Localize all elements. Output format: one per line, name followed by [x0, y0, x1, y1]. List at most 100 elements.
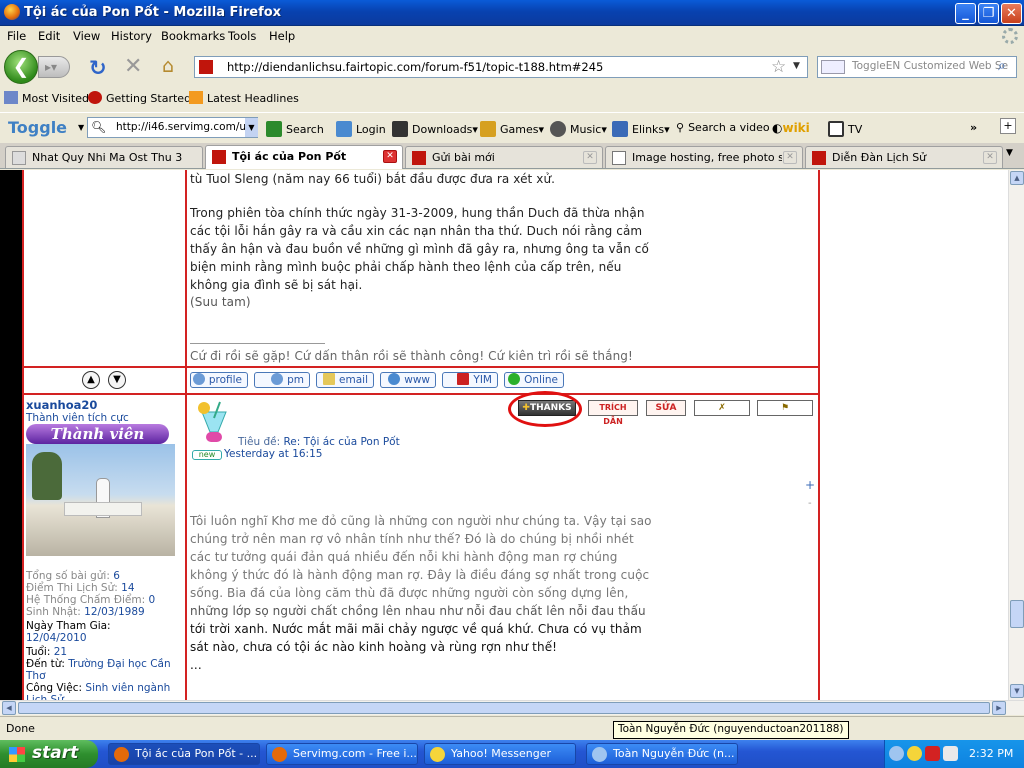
status-text: Done — [6, 722, 35, 735]
scroll-left-icon[interactable]: ◀ — [2, 701, 16, 715]
menu-file[interactable]: File — [7, 29, 26, 43]
post-body: Tôi luôn nghĩ Khơ me đỏ cũng là những co… — [190, 512, 666, 674]
yim-button[interactable]: YIM — [442, 372, 498, 388]
url-bar[interactable]: http://diendanlichsu.fairtopic.com/forum… — [194, 56, 808, 78]
email-button[interactable]: email — [316, 372, 374, 388]
toggle-url-dropdown-icon[interactable]: ▼ — [245, 118, 258, 137]
reload-button[interactable]: ↻ — [89, 56, 107, 80]
arrow-right-icon — [266, 121, 282, 137]
vertical-scrollbar[interactable]: ▲ ▼ — [1008, 170, 1024, 700]
minimize-button[interactable]: _ — [955, 3, 976, 24]
maximize-button[interactable]: ❐ — [978, 3, 999, 24]
yahoo-smiley-icon[interactable] — [907, 746, 922, 761]
avatar-tree — [32, 452, 62, 500]
left-border — [0, 170, 22, 700]
horizontal-scrollbar[interactable]: ◀ ▶ — [0, 700, 1024, 715]
tray-app-icon[interactable] — [943, 746, 958, 761]
arrow-down-icon[interactable]: ▼ — [108, 371, 126, 389]
toggle-tv-button[interactable]: TV — [828, 121, 862, 137]
bookmark-star-icon[interactable]: ☆ — [771, 57, 786, 77]
close-tab-icon[interactable]: ✕ — [783, 151, 797, 164]
stop-button[interactable]: ✕ — [124, 54, 142, 79]
tray-arrow-icon[interactable] — [889, 746, 904, 761]
smiley-icon — [430, 747, 445, 762]
toggle-music-button[interactable]: Music▾ — [550, 121, 607, 137]
firefox-window: Tội ác của Pon Pốt - Mozilla Firefox _ ❐… — [0, 0, 1024, 768]
expand-icon[interactable]: + — [805, 478, 815, 492]
pm-button[interactable]: pm — [254, 372, 310, 388]
menu-tools[interactable]: Tools — [228, 29, 256, 43]
ip-icon[interactable]: ⚑ — [757, 400, 813, 416]
tab-label: Gửi bài mới — [432, 151, 495, 164]
menu-edit[interactable]: Edit — [38, 29, 60, 43]
scroll-thumb[interactable] — [1010, 600, 1024, 628]
post-line: Trong phiên tòa chính thức ngày 31-3-200… — [190, 206, 645, 220]
quote-button[interactable]: TRÍCH DẪN — [588, 400, 638, 426]
toggle-login-button[interactable]: Login — [336, 121, 386, 137]
search-icon[interactable]: ⌕ — [998, 58, 1006, 74]
close-tab-icon[interactable]: ✕ — [583, 151, 597, 164]
antivirus-icon[interactable] — [925, 746, 940, 761]
taskbar-item-servimg[interactable]: Servimg.com - Free i... — [266, 743, 418, 765]
tab-list-icon[interactable]: ▼ — [1006, 148, 1013, 158]
rank-badge: Thành viên — [26, 424, 169, 444]
search-bar[interactable]: ToggleEN Customized Web Se ⌕ — [817, 56, 1017, 78]
delete-icon[interactable]: ✗ — [694, 400, 750, 416]
taskbar-item-yahoo[interactable]: Yahoo! Messenger — [424, 743, 576, 765]
back-button[interactable]: ❮ — [4, 50, 38, 84]
toggle-url-text[interactable]: http://i46.servimg.com/u, — [116, 121, 249, 133]
forward-button[interactable]: ▸▾ — [38, 56, 70, 78]
menu-history[interactable]: History — [111, 29, 152, 43]
avatar[interactable] — [26, 444, 175, 556]
bookmark-getting-started[interactable]: Getting Started — [88, 91, 191, 105]
menu-bookmarks[interactable]: Bookmarks — [161, 29, 225, 43]
poster-username[interactable]: xuanhoa20 — [26, 398, 97, 412]
tab-toi-ac[interactable]: Tội ác của Pon Pốt ✕ — [205, 145, 403, 169]
bookmark-latest-headlines[interactable]: Latest Headlines — [189, 91, 299, 105]
home-button[interactable]: ⌂ — [162, 55, 174, 77]
url-text[interactable]: http://diendanlichsu.fairtopic.com/forum… — [227, 60, 603, 74]
taskbar-item-chat[interactable]: Toàn Nguyễn Đức (n... — [586, 743, 738, 765]
scroll-up-icon[interactable]: ▲ — [1010, 171, 1024, 185]
bookmark-most-visited[interactable]: Most Visited — [4, 91, 89, 105]
toggle-search-input[interactable]: 🔍︎ http://i46.servimg.com/u, ▼ — [87, 117, 258, 138]
close-button[interactable]: ✕ — [1001, 3, 1022, 24]
scroll-down-icon[interactable]: ▼ — [1010, 684, 1024, 698]
profile-button[interactable]: profile — [190, 372, 248, 388]
toggle-elinks-button[interactable]: Elinks▾ — [612, 121, 670, 137]
bookmarks-toolbar: Most Visited Getting Started Latest Head… — [0, 87, 1024, 110]
post-title: Tiêu đề: Re: Tội ác của Pon Pốt new Yeste… — [190, 436, 410, 460]
toggle-logo[interactable]: Toggle — [8, 118, 67, 137]
menu-view[interactable]: View — [73, 29, 100, 43]
toggle-games-button[interactable]: Games▾ — [480, 121, 544, 137]
toggle-downloads-button[interactable]: Downloads▾ — [392, 121, 478, 137]
www-button[interactable]: www — [380, 372, 436, 388]
column-divider — [185, 170, 187, 700]
toolbar-overflow-button[interactable]: » — [970, 121, 977, 134]
taskbar-item-firefox[interactable]: Tội ác của Pon Pốt - ... — [108, 743, 260, 765]
add-button[interactable]: + — [1000, 118, 1016, 134]
menu-help[interactable]: Help — [269, 29, 295, 43]
tab-image-hosting[interactable]: Image hosting, free photo s... ✕ — [605, 146, 803, 168]
toggle-dropdown-icon[interactable]: ▼ — [78, 123, 84, 132]
toggle-wiki-button[interactable]: ◐wiki — [772, 121, 810, 135]
post-line: không ý thức đó là hành động man rợ. Đây… — [190, 568, 650, 582]
url-dropdown-icon[interactable]: ▼ — [793, 61, 800, 71]
arrow-up-icon[interactable]: ▲ — [82, 371, 100, 389]
post-line: sát nào, chưa có tội ác nào kinh hoàng v… — [190, 640, 558, 654]
stat-occupation: Công Việc: Sinh viên ngành Lịch Sử — [26, 682, 171, 700]
toggle-video-search-button[interactable]: ⚲ Search a video — [676, 121, 770, 134]
tab-dien-dan[interactable]: Diễn Đàn Lịch Sử ✕ — [805, 146, 1003, 168]
search-engine-icon[interactable] — [821, 60, 845, 74]
tab-nhat-quy[interactable]: Nhat Quy Nhi Ma Ost Thu 3 ... — [5, 146, 203, 168]
games-icon — [480, 121, 496, 137]
search-input[interactable]: ToggleEN Customized Web Se — [852, 60, 1008, 72]
scroll-right-icon[interactable]: ▶ — [992, 701, 1006, 715]
scroll-thumb[interactable] — [18, 702, 990, 714]
toggle-search-button[interactable]: Search — [266, 121, 324, 137]
tab-gui-bai-moi[interactable]: Gửi bài mới ✕ — [405, 146, 603, 168]
close-tab-icon[interactable]: ✕ — [983, 151, 997, 164]
edit-button[interactable]: SỬA — [646, 400, 686, 416]
close-tab-icon[interactable]: ✕ — [383, 150, 397, 163]
collapse-icon[interactable]: - — [808, 498, 812, 509]
